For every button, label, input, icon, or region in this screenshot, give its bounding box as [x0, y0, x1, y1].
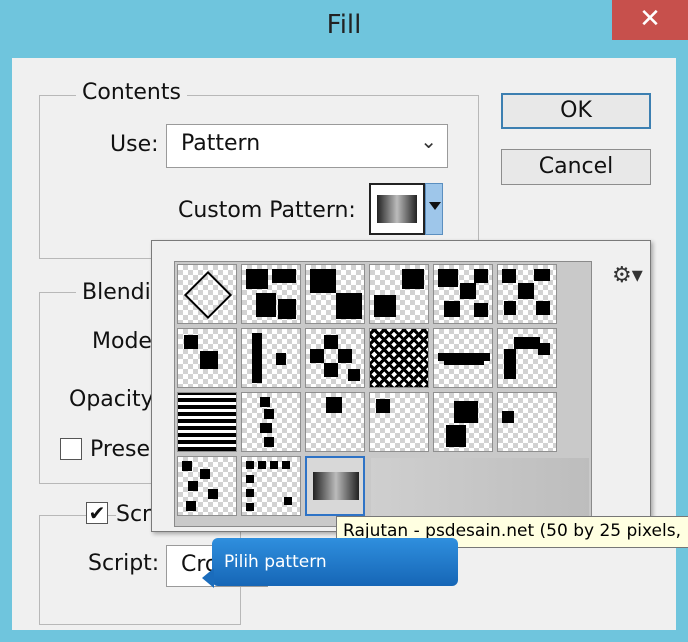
pattern-grid [174, 261, 592, 527]
pattern-swatch-2[interactable] [241, 264, 301, 324]
ok-button[interactable]: OK [501, 93, 651, 129]
pattern-swatch-7[interactable] [177, 328, 237, 388]
pattern-swatch-selected[interactable] [305, 456, 365, 516]
script-checkbox-label: Scr [116, 502, 156, 527]
close-button[interactable]: ✕ [612, 0, 688, 40]
pattern-swatch-18[interactable] [497, 392, 557, 452]
pattern-swatch-13[interactable] [177, 392, 237, 452]
pattern-swatch-16[interactable] [369, 392, 429, 452]
mode-label: Mode [92, 329, 152, 354]
script-label: Script: [88, 551, 160, 576]
window-frame-right [676, 58, 688, 642]
use-label: Use: [110, 132, 159, 157]
pattern-swatch-4[interactable] [369, 264, 429, 324]
custom-pattern-label: Custom Pattern: [178, 198, 356, 223]
script-checkbox[interactable]: ✔ [86, 502, 108, 524]
pattern-swatch-11[interactable] [433, 328, 493, 388]
pattern-swatch-3[interactable] [305, 264, 365, 324]
pattern-swatch-10[interactable] [369, 328, 429, 388]
window-frame-left [0, 58, 12, 642]
pattern-swatch-17[interactable] [433, 392, 493, 452]
custom-pattern-picker[interactable] [369, 183, 443, 237]
chevron-down-icon: ⌄ [420, 129, 437, 153]
pattern-swatch-9[interactable] [305, 328, 365, 388]
annotation-callout-text: Pilih pattern [224, 552, 327, 572]
preserve-transparency-checkbox[interactable] [60, 438, 82, 460]
use-select-value: Pattern [181, 131, 261, 156]
pattern-swatch-20[interactable] [241, 456, 301, 516]
pattern-dropdown-button[interactable] [425, 183, 443, 235]
pattern-swatch-19[interactable] [177, 456, 237, 516]
pattern-swatch-5[interactable] [433, 264, 493, 324]
title-bar[interactable]: Fill ✕ [0, 0, 688, 58]
triangle-down-icon [429, 202, 441, 210]
dialog-title: Fill [326, 10, 362, 40]
pattern-swatch-14[interactable] [241, 392, 301, 452]
preserve-transparency-label: Preser [90, 437, 160, 462]
pattern-swatch-15[interactable] [305, 392, 365, 452]
annotation-callout: Pilih pattern [202, 538, 458, 588]
use-select[interactable]: Pattern ⌄ [166, 124, 448, 168]
contents-group-label: Contents [76, 80, 187, 105]
window-frame-bottom [0, 630, 688, 642]
pattern-swatch-12[interactable] [497, 328, 557, 388]
pattern-swatch[interactable] [369, 183, 425, 235]
fill-dialog: Fill ✕ Contents Use: Pattern ⌄ Custom Pa… [0, 0, 688, 642]
blending-group-label: Blendi [76, 280, 157, 305]
cancel-button[interactable]: Cancel [501, 149, 651, 185]
pattern-swatch-6[interactable] [497, 264, 557, 324]
pattern-swatch-1[interactable] [177, 264, 237, 324]
gear-icon[interactable]: ⚙▾ [612, 263, 643, 288]
opacity-label: Opacity [69, 387, 154, 412]
close-icon: ✕ [639, 4, 661, 34]
pattern-swatch-8[interactable] [241, 328, 301, 388]
pattern-picker-popup: ⚙▾ [151, 240, 651, 532]
